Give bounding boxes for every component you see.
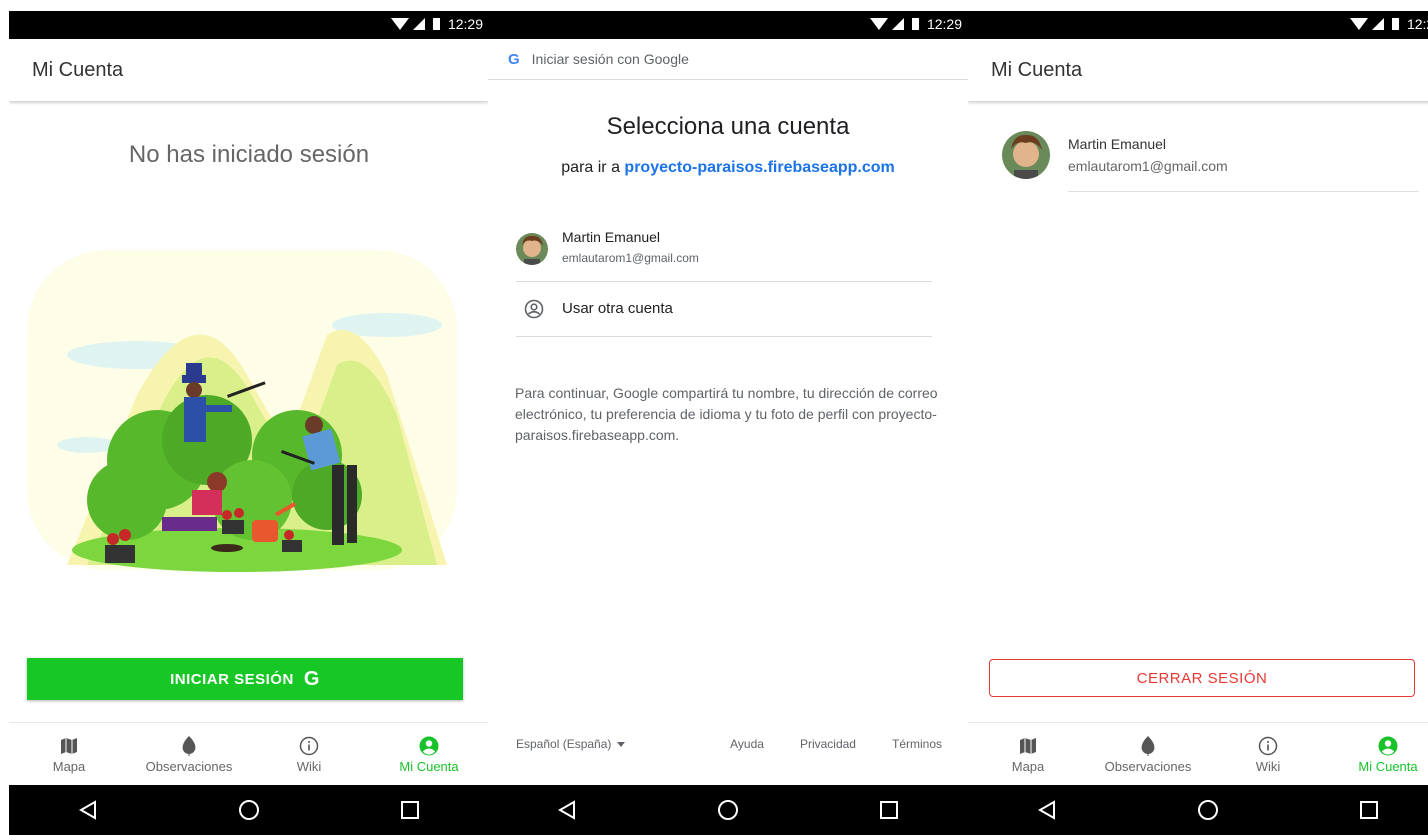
subtitle-prefix: para ir a [561, 159, 620, 176]
app-bar: Mi Cuenta [9, 39, 489, 101]
account-option[interactable]: Martin Emanuel emlautarom1@gmail.com [516, 221, 932, 282]
sign-in-label: INICIAR SESIÓN [170, 670, 294, 688]
use-another-account-option[interactable]: Usar otra cuenta [516, 283, 932, 337]
tab-label: Observaciones [1104, 758, 1192, 774]
privacy-link[interactable]: Privacidad [800, 737, 856, 751]
status-time: 12:29 [926, 16, 962, 32]
language-label: Español (España) [516, 737, 612, 751]
choose-account-title: Selecciona una cuenta [606, 113, 850, 140]
account-email: emlautarom1@gmail.com [562, 251, 699, 265]
tab-label: Wiki [1255, 758, 1281, 774]
wifi-icon [869, 18, 888, 30]
app-bar: Mi Cuenta [968, 39, 1428, 101]
wifi-icon [1349, 18, 1368, 30]
consent-info-text: Para continuar, Google compartirá tu nom… [515, 385, 938, 443]
language-selector[interactable]: Español (España) [516, 737, 626, 751]
page-title: Mi Cuenta [32, 59, 124, 81]
profile-email: emlautarom1@gmail.com [1068, 158, 1228, 174]
tab-mi-cuenta[interactable]: Mi Cuenta [369, 723, 489, 785]
dropdown-caret-icon [617, 741, 626, 747]
back-icon[interactable] [1038, 800, 1056, 820]
tab-mapa[interactable]: Mapa [9, 723, 129, 785]
bottom-tab-bar: Mapa Observaciones Wiki Mi Cuenta [968, 722, 1428, 785]
info-icon [1258, 735, 1278, 757]
app-domain-link[interactable]: proyecto-paraisos.firebaseapp.com [624, 159, 894, 176]
home-icon[interactable] [1197, 799, 1219, 821]
recents-icon[interactable] [1359, 801, 1378, 819]
battery-icon [1391, 18, 1399, 30]
logout-button[interactable]: CERRAR SESIÓN [989, 659, 1415, 697]
leaf-icon [1140, 735, 1156, 757]
tab-observaciones[interactable]: Observaciones [1088, 723, 1208, 785]
account-circle-icon [419, 735, 439, 757]
choose-account-subtitle: para ir a proyecto-paraisos.firebaseapp.… [488, 159, 968, 177]
status-bar: 12:29 [968, 11, 1428, 39]
leaf-icon [181, 735, 197, 757]
tab-observaciones[interactable]: Observaciones [129, 723, 249, 785]
back-icon[interactable] [79, 800, 97, 820]
system-nav-bar [488, 785, 968, 835]
wifi-icon [390, 18, 409, 30]
map-icon [60, 735, 78, 757]
help-link[interactable]: Ayuda [730, 737, 764, 751]
tab-label: Mi Cuenta [399, 758, 459, 774]
status-bar: 12:29 [488, 11, 968, 39]
sign-in-button[interactable]: INICIAR SESIÓN G [27, 658, 463, 700]
gardening-illustration [27, 250, 457, 572]
status-time: 12:29 [1406, 16, 1428, 32]
tab-wiki[interactable]: Wiki [249, 723, 369, 785]
tab-wiki[interactable]: Wiki [1208, 723, 1328, 785]
home-icon[interactable] [238, 799, 260, 821]
tab-label: Mapa [1011, 758, 1045, 774]
recents-icon[interactable] [879, 801, 898, 819]
back-icon[interactable] [558, 800, 576, 820]
tab-label: Wiki [296, 758, 322, 774]
battery-icon [911, 18, 919, 30]
header-text: Iniciar sesión con Google [531, 51, 689, 67]
signal-icon [1371, 18, 1384, 30]
google-logo-icon: G [508, 50, 520, 68]
account-name: Martin Emanuel [562, 229, 661, 245]
status-bar: 12:29 [9, 11, 489, 39]
account-circle-icon [1378, 735, 1398, 757]
system-nav-bar [968, 785, 1428, 835]
profile-name: Martin Emanuel [1068, 136, 1167, 152]
avatar [1002, 131, 1050, 179]
bottom-tab-bar: Mapa Observaciones Wiki Mi Cuenta [9, 722, 489, 785]
google-signin-header: G Iniciar sesión con Google [488, 39, 968, 80]
system-nav-bar [9, 785, 489, 835]
tab-label: Mapa [52, 758, 86, 774]
battery-icon [432, 18, 440, 30]
google-footer: Español (España) Ayuda Privacidad Términ… [516, 737, 942, 751]
terms-link[interactable]: Términos [892, 737, 942, 751]
status-time: 12:29 [447, 16, 483, 32]
recents-icon[interactable] [400, 801, 419, 819]
screen-google-account-chooser: 12:29 G Iniciar sesión con Google Selecc… [488, 0, 968, 835]
screen-signed-out: 12:29 Mi Cuenta No has iniciado sesión I… [9, 0, 489, 835]
page-title: Mi Cuenta [991, 59, 1083, 81]
map-icon [1019, 735, 1037, 757]
signal-icon [891, 18, 904, 30]
info-icon [299, 735, 319, 757]
screen-signed-in: 12:29 Mi Cuenta Martin Emanuel emlautaro… [968, 0, 1428, 835]
use-another-account-label: Usar otra cuenta [562, 300, 673, 317]
home-icon[interactable] [717, 799, 739, 821]
tab-mi-cuenta[interactable]: Mi Cuenta [1328, 723, 1428, 785]
signal-icon [412, 18, 425, 30]
tab-label: Observaciones [145, 758, 233, 774]
divider [1068, 191, 1419, 192]
google-icon: G [303, 667, 320, 690]
tab-label: Mi Cuenta [1358, 758, 1418, 774]
tab-mapa[interactable]: Mapa [968, 723, 1088, 785]
account-circle-outline-icon [524, 299, 544, 319]
not-signed-in-heading: No has iniciado sesión [128, 141, 370, 168]
avatar [516, 233, 548, 265]
